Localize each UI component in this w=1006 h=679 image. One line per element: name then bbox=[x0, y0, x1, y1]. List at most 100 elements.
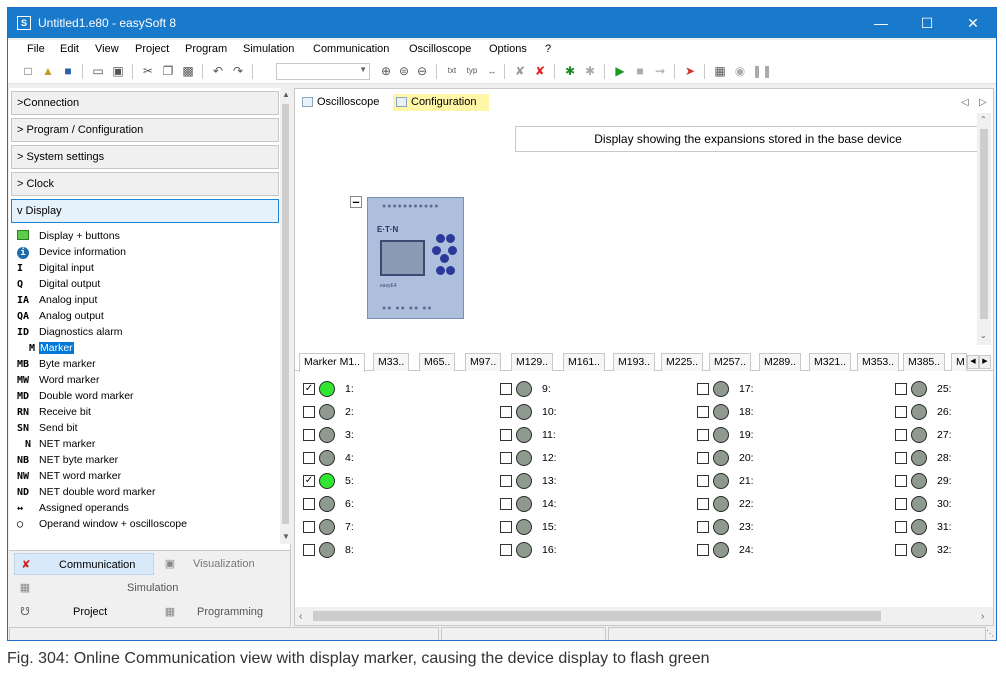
marker-checkbox[interactable] bbox=[697, 475, 709, 487]
device-image[interactable]: – ●●●●●●●●●●● E·T·N easyE4 ●● ●● ●● ●● bbox=[350, 195, 464, 319]
disconnect-icon[interactable]: ✘ bbox=[512, 63, 528, 79]
marker-checkbox[interactable] bbox=[697, 498, 709, 510]
menu-edit[interactable]: Edit bbox=[60, 43, 79, 55]
zoom-fit-icon[interactable]: ⊜ bbox=[396, 63, 412, 79]
cut-icon[interactable]: ✂ bbox=[140, 63, 156, 79]
nav-communication[interactable]: ✘ Communication bbox=[14, 553, 154, 575]
left-scroll-thumb[interactable] bbox=[282, 104, 289, 524]
tree-item-send-bit[interactable]: SN Send bit bbox=[17, 421, 78, 436]
tab-marker-m65[interactable]: M65.. bbox=[419, 353, 456, 371]
marker-checkbox[interactable] bbox=[303, 406, 315, 418]
scroll-up-icon[interactable]: ▲ bbox=[282, 90, 290, 99]
tab-marker-m321[interactable]: M321.. bbox=[809, 353, 852, 371]
pause-icon[interactable]: ❚❚ bbox=[752, 63, 772, 79]
tree-item-byte-marker[interactable]: MB Byte marker bbox=[17, 357, 96, 372]
marker-checkbox[interactable] bbox=[500, 544, 512, 556]
menu-file[interactable]: File bbox=[27, 43, 45, 55]
marker-checkbox[interactable] bbox=[500, 521, 512, 533]
nav-visualization[interactable]: ▣ Visualization bbox=[157, 553, 285, 575]
marker-checkbox[interactable] bbox=[697, 383, 709, 395]
menu-oscilloscope[interactable]: Oscilloscope bbox=[409, 43, 471, 55]
tree-item-net-byte-marker[interactable]: NB NET byte marker bbox=[17, 453, 118, 468]
section-clock[interactable]: > Clock bbox=[11, 172, 279, 196]
canvas-scrollbar[interactable]: ⌃ ⌄ bbox=[977, 113, 991, 345]
tab-left-icon[interactable]: ◁ bbox=[961, 97, 969, 108]
minimize-button[interactable]: — bbox=[858, 8, 904, 38]
marker-checkbox[interactable] bbox=[697, 544, 709, 556]
marker-checkbox[interactable] bbox=[303, 429, 315, 441]
zoom-out-icon[interactable]: ⊖ bbox=[414, 63, 430, 79]
paste-icon[interactable]: ▩ bbox=[180, 63, 196, 79]
tab-marker-m129[interactable]: M129.. bbox=[511, 353, 554, 371]
marker-checkbox[interactable] bbox=[697, 452, 709, 464]
tab-configuration[interactable]: Configuration bbox=[393, 94, 489, 111]
stop-person-icon[interactable]: ✱ bbox=[582, 63, 598, 79]
marker-checkbox[interactable] bbox=[895, 406, 907, 418]
tab-right-icon[interactable]: ▷ bbox=[979, 97, 987, 108]
tab-marker-m257[interactable]: M257.. bbox=[709, 353, 752, 371]
section-display[interactable]: v Display bbox=[11, 199, 279, 223]
canvas-scroll-thumb[interactable] bbox=[980, 129, 988, 319]
text-icon[interactable]: txt bbox=[444, 63, 460, 79]
marker-checkbox[interactable] bbox=[697, 429, 709, 441]
redo-icon[interactable]: ↷ bbox=[230, 63, 246, 79]
close-button[interactable]: ✕ bbox=[950, 8, 996, 38]
maximize-button[interactable]: ☐ bbox=[904, 8, 950, 38]
marker-checkbox[interactable] bbox=[303, 544, 315, 556]
tree-item-net-double-word-marker[interactable]: ND NET double word marker bbox=[17, 485, 156, 500]
scroll-right-icon[interactable]: › bbox=[981, 611, 984, 622]
marker-checkbox[interactable] bbox=[697, 521, 709, 533]
open-folder-icon[interactable]: ▲ bbox=[40, 63, 56, 79]
left-scrollbar[interactable]: ▲ ▼ bbox=[280, 88, 291, 544]
zoom-combo[interactable]: ▼ bbox=[276, 63, 370, 80]
tab-marker-m225[interactable]: M225.. bbox=[661, 353, 704, 371]
connect-icon[interactable]: ✘ bbox=[532, 63, 548, 79]
tree-item-net-marker[interactable]: N NET marker bbox=[17, 437, 95, 452]
tab-marker-m385[interactable]: M385.. bbox=[903, 353, 946, 371]
tab-marker-m193[interactable]: M193.. bbox=[613, 353, 656, 371]
marker-checkbox[interactable] bbox=[895, 383, 907, 395]
play-icon[interactable]: ▶ bbox=[612, 63, 628, 79]
marker-checkbox[interactable] bbox=[895, 452, 907, 464]
tab-oscilloscope[interactable]: Oscilloscope bbox=[299, 94, 379, 111]
tree-item-marker[interactable]: M Marker bbox=[17, 341, 74, 356]
marker-checkbox[interactable] bbox=[895, 498, 907, 510]
copy-icon[interactable]: ❐ bbox=[160, 63, 176, 79]
tree-item-assigned-operands[interactable]: ↔ Assigned operands bbox=[17, 501, 129, 516]
new-file-icon[interactable]: □ bbox=[20, 63, 36, 79]
zoom-in-icon[interactable]: ⊕ bbox=[378, 63, 394, 79]
scroll-down-icon[interactable]: ▼ bbox=[282, 532, 290, 541]
section-program-configuration[interactable]: > Program / Configuration bbox=[11, 118, 279, 142]
nav-programming[interactable]: ▦ Programming bbox=[157, 601, 285, 623]
scroll-down-icon[interactable]: ⌄ bbox=[980, 331, 987, 340]
marker-checkbox[interactable] bbox=[500, 383, 512, 395]
marker-checkbox[interactable] bbox=[500, 429, 512, 441]
tab-marker-m353[interactable]: M353.. bbox=[857, 353, 900, 371]
tab-scroll-right-icon[interactable]: ▶ bbox=[979, 355, 991, 369]
tab-marker-m161[interactable]: M161.. bbox=[563, 353, 606, 371]
record-icon[interactable]: ◉ bbox=[732, 63, 748, 79]
scroll-left-icon[interactable]: ‹ bbox=[299, 611, 302, 622]
run-person-icon[interactable]: ✱ bbox=[562, 63, 578, 79]
tree-item-digital-output[interactable]: Q Digital output bbox=[17, 277, 100, 292]
marker-checkbox[interactable] bbox=[303, 521, 315, 533]
marker-checkbox[interactable] bbox=[303, 498, 315, 510]
scope-icon[interactable]: ▦ bbox=[712, 63, 728, 79]
horizontal-scroll-thumb[interactable] bbox=[313, 611, 881, 621]
undo-icon[interactable]: ↶ bbox=[210, 63, 226, 79]
menu-view[interactable]: View bbox=[95, 43, 119, 55]
marker-checkbox[interactable] bbox=[895, 521, 907, 533]
horizontal-scrollbar[interactable]: ‹ › bbox=[295, 607, 993, 625]
tree-item-double-word-marker[interactable]: MD Double word marker bbox=[17, 389, 134, 404]
scroll-up-icon[interactable]: ⌃ bbox=[980, 115, 987, 124]
save-icon[interactable]: ■ bbox=[60, 63, 76, 79]
nav-simulation[interactable]: ▦ Simulation bbox=[14, 577, 286, 599]
step-icon[interactable]: ⇝ bbox=[652, 63, 668, 79]
tab-marker-m33[interactable]: M33.. bbox=[373, 353, 410, 371]
nav-project[interactable]: ☋ Project bbox=[14, 601, 154, 623]
marker-checkbox[interactable]: ✓ bbox=[303, 475, 315, 487]
menu-project[interactable]: Project bbox=[135, 43, 169, 55]
menu-simulation[interactable]: Simulation bbox=[243, 43, 294, 55]
title-bar[interactable]: S Untitled1.e80 - easySoft 8 — ☐ ✕ bbox=[8, 8, 996, 38]
marker-checkbox[interactable] bbox=[697, 406, 709, 418]
